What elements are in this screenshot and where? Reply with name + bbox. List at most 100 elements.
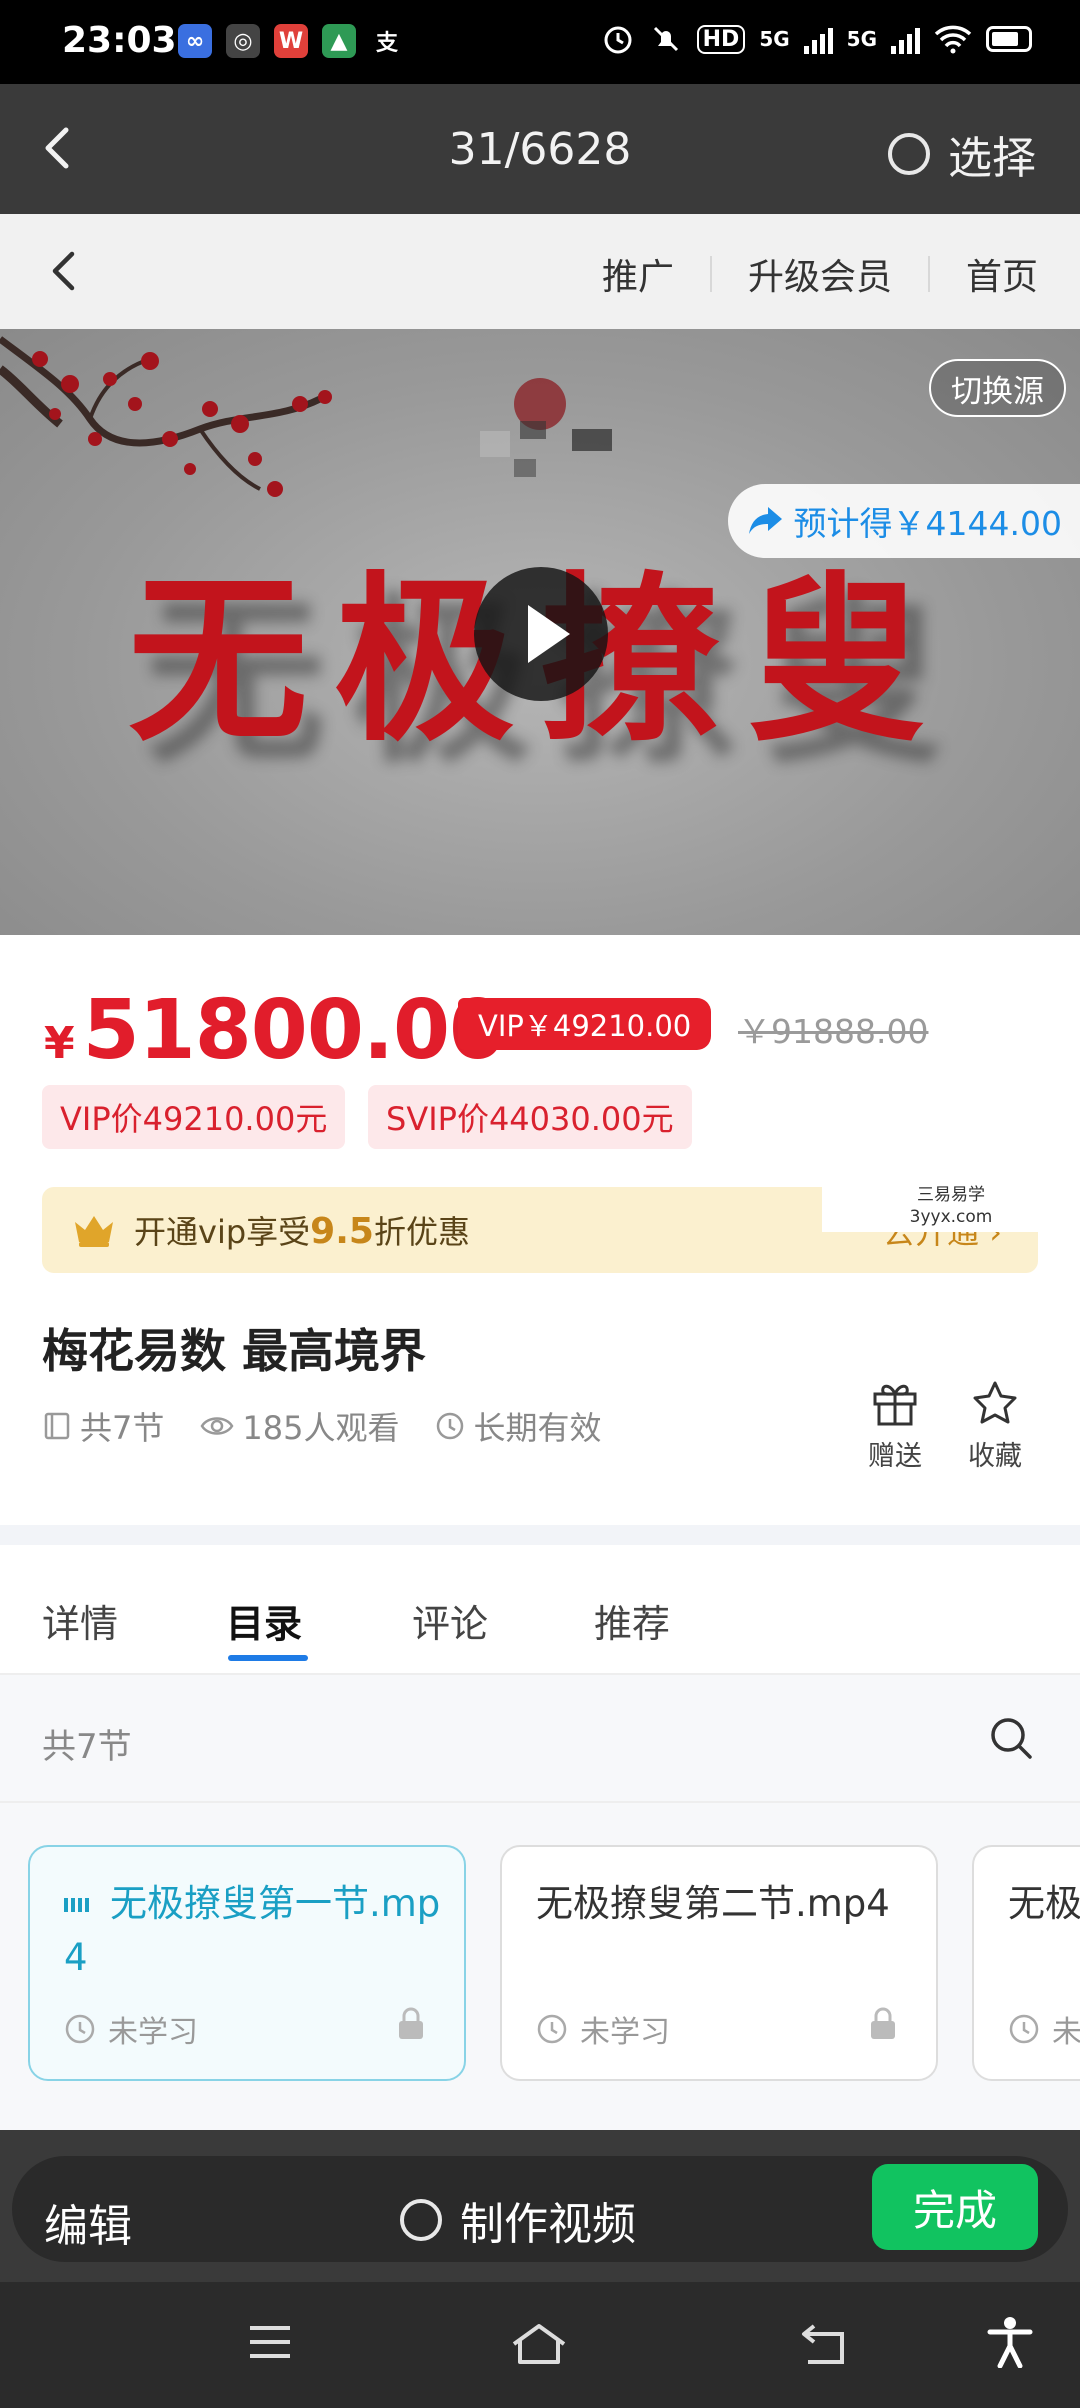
lesson-list: 无极撩叟第一节.mp4 未学习 无极撩叟第二节.mp4 未学习 无极撩叟第三节.… (0, 1803, 1080, 2130)
price-value: 51800.00 (82, 983, 507, 1078)
nav-promote[interactable]: 推广 (602, 248, 674, 300)
active-tab-indicator (228, 1655, 308, 1661)
status-bar: 23:03 ∞ ◎ W ▲ 支 HD 5G 5G (0, 0, 1080, 84)
back-nav-icon[interactable] (800, 2322, 850, 2366)
system-status-icons: HD 5G 5G (601, 22, 1032, 56)
lock-icon (399, 2007, 423, 2039)
status-time: 23:03 (62, 20, 177, 61)
estimated-earn-label: 预计得￥4144.00 (793, 504, 1062, 543)
book-icon (44, 1412, 70, 1440)
nav-divider (709, 256, 712, 292)
accessibility-icon[interactable] (986, 2316, 1034, 2368)
system-navigation-bar (0, 2282, 1080, 2408)
mute-icon (653, 26, 678, 52)
lesson-card[interactable]: 无极撩叟第一节.mp4 未学习 (28, 1845, 466, 2081)
edit-button[interactable]: 编辑 (44, 2190, 132, 2254)
menu-icon[interactable] (246, 2322, 294, 2362)
select-button[interactable]: 选择 (888, 122, 1036, 186)
section-divider (0, 1525, 1080, 1545)
vip-promo-text: 开通vip享受9.5折优惠 (134, 1211, 470, 1252)
vip-discount: 9.5 (310, 1211, 374, 1252)
clock-icon (537, 2014, 567, 2044)
price-currency: ¥ (44, 1018, 75, 1069)
lock-icon (871, 2007, 895, 2039)
catalog-count: 共7节 (42, 1727, 132, 1767)
signal-icon-2 (891, 24, 920, 54)
svip-price-chip: SVIP价44030.00元 (368, 1085, 692, 1149)
lesson-status: 未学习 (536, 2007, 670, 2051)
gallery-top-bar: 31/6628 选择 (0, 84, 1080, 214)
course-title: 梅花易数 最高境界 (42, 1324, 427, 1378)
lesson-card[interactable]: 无极撩叟第三节.mp4 未学习 (972, 1845, 1080, 2081)
alarm-icon (604, 26, 632, 54)
select-radio-icon[interactable] (888, 133, 930, 175)
battery-icon (986, 26, 1032, 52)
clock-icon (437, 1412, 464, 1440)
header-nav: 推广 升级会员 首页 (602, 248, 1038, 300)
nav-upgrade-member[interactable]: 升级会员 (748, 248, 892, 300)
gallery-edit-bar: 编辑 制作视频 完成 (0, 2130, 1080, 2282)
estimated-earn-button[interactable]: 预计得￥4144.00 (727, 484, 1080, 558)
home-icon[interactable] (510, 2322, 568, 2366)
share-arrow-icon (748, 507, 782, 534)
favorite-button[interactable]: 收藏 (950, 1380, 1040, 1473)
nav-home[interactable]: 首页 (966, 248, 1038, 300)
switch-source-button[interactable]: 切换源 (929, 359, 1066, 417)
tab-comments[interactable]: 评论 (412, 1593, 488, 1648)
done-button[interactable]: 完成 (872, 2164, 1038, 2250)
play-button[interactable] (474, 567, 608, 701)
watermark: 三易易学 3yyx.com (822, 1180, 1080, 1232)
clock-icon (1009, 2014, 1039, 2044)
lesson-title: 无极撩叟第二节.mp4 (536, 1882, 890, 1925)
app-header: 推广 升级会员 首页 (0, 214, 1080, 329)
catalog-header: 共7节 (0, 1675, 1080, 1803)
network-label-1: 5G (759, 27, 790, 51)
wechat-icon: ◎ (226, 24, 260, 58)
lesson-card[interactable]: 无极撩叟第二节.mp4 未学习 (500, 1845, 938, 2081)
crown-icon (75, 1216, 113, 1247)
wps-icon: W (274, 24, 308, 58)
make-video-label: 制作视频 (460, 2199, 636, 2250)
gift-label: 赠送 (868, 1441, 922, 1472)
tab-details[interactable]: 详情 (42, 1593, 118, 1648)
video-player[interactable]: 无极撩叟 切换源 预计得￥4144.00 (0, 329, 1080, 935)
course-meta: 共7节 185人观看 长期有效 (42, 1403, 601, 1449)
alipay-icon: 支 (370, 24, 404, 58)
favorite-label: 收藏 (968, 1441, 1022, 1472)
original-price: ￥91888.00 (738, 1012, 929, 1051)
tab-catalog[interactable]: 目录 (226, 1593, 302, 1648)
vip-price-chip: VIP价49210.00元 (42, 1085, 346, 1149)
eye-icon (200, 1417, 234, 1435)
search-icon[interactable] (988, 1715, 1034, 1761)
gift-button[interactable]: 赠送 (850, 1380, 940, 1473)
lesson-status: 未学习 (64, 2007, 198, 2051)
back-icon[interactable] (40, 246, 90, 296)
baidu-netdisk-icon: ∞ (178, 24, 212, 58)
vip-price-badge: VIP￥49210.00 (458, 998, 712, 1050)
course-content: ¥ 51800.00 VIP￥49210.00 ￥91888.00 VIP价49… (0, 935, 1080, 2130)
validity-meta: 长期有效 (435, 1403, 601, 1449)
blurred-logo (480, 378, 612, 477)
lessons-meta: 共7节 (42, 1403, 164, 1449)
make-video-option[interactable]: 制作视频 (400, 2188, 636, 2252)
lesson-title: 无极撩叟第三节.mp4 (1008, 1882, 1080, 1925)
gift-icon (873, 1384, 917, 1426)
clock-icon (65, 2014, 95, 2044)
network-label-2: 5G (846, 27, 877, 51)
make-video-radio-icon[interactable] (400, 2199, 442, 2241)
tab-bar: 详情 目录 评论 推荐 (0, 1545, 1080, 1675)
price: ¥ 51800.00 (44, 983, 507, 1078)
star-icon (973, 1381, 1017, 1424)
select-label: 选择 (948, 133, 1036, 184)
signal-icon (803, 24, 833, 54)
nav-divider (927, 256, 930, 292)
views-meta: 185人观看 (200, 1403, 399, 1449)
lesson-status: 未学习 (1008, 2007, 1080, 2051)
wifi-icon (934, 25, 972, 54)
lesson-title: 无极撩叟第一节.mp4 (64, 1882, 441, 1979)
notification-icons: ∞ ◎ W ▲ 支 (178, 24, 404, 58)
tab-recommend[interactable]: 推荐 (594, 1593, 670, 1648)
hd-icon: HD (696, 24, 746, 54)
plum-blossom-decoration (0, 336, 332, 497)
gallery-app-icon: ▲ (322, 24, 356, 58)
